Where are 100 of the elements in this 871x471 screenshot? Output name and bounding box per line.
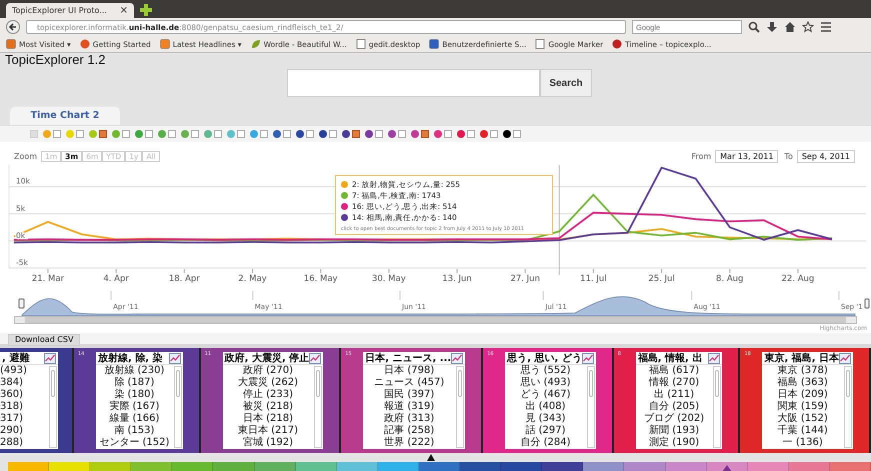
list-scrollbar[interactable] <box>844 366 852 448</box>
search-field[interactable] <box>287 69 540 97</box>
list-scrollbar[interactable] <box>586 366 595 448</box>
color-segment[interactable] <box>666 462 707 471</box>
color-segment[interactable] <box>830 462 871 471</box>
word-entry[interactable]: 線量 (166) <box>96 413 173 425</box>
word-entry[interactable]: 思う (552) <box>505 365 586 377</box>
color-segment[interactable] <box>8 462 50 471</box>
color-segment[interactable] <box>706 462 748 471</box>
right-handle[interactable] <box>864 298 870 308</box>
color-segment[interactable] <box>460 462 502 471</box>
word-entry[interactable]: 国民 (397) <box>363 389 456 401</box>
color-segment[interactable] <box>418 462 460 471</box>
word-entry[interactable]: 日本 (798) <box>363 365 456 377</box>
word-entry[interactable]: 南 (153) <box>96 425 173 437</box>
word-entry[interactable]: 停止 (233) <box>222 389 314 401</box>
word-entry[interactable]: 福島 (617) <box>636 365 712 377</box>
word-entry[interactable]: センター (152) <box>96 437 173 449</box>
browser-tab[interactable]: TopicExplorer UI Proto... × <box>6 3 134 18</box>
download-button[interactable]: Download CSV <box>8 334 80 346</box>
star-icon[interactable] <box>802 21 814 33</box>
word-entry[interactable]: ブログ (202) <box>636 413 712 425</box>
word-entry[interactable]: 実際 (167) <box>96 401 173 413</box>
word-entry[interactable]: 情報 (270) <box>636 377 712 389</box>
word-entry[interactable]: 見 (343) <box>505 413 586 425</box>
word-entry[interactable]: 記事 (258) <box>363 425 456 437</box>
word-entry[interactable]: 報道 (319) <box>363 401 456 413</box>
chart-icon[interactable] <box>44 352 56 364</box>
color-segment[interactable] <box>296 462 337 471</box>
color-segment[interactable] <box>49 462 90 471</box>
word-entry[interactable]: 新聞 (193) <box>636 425 712 437</box>
color-segment[interactable] <box>378 462 419 471</box>
series-checkbox[interactable] <box>352 130 360 138</box>
series-checkbox[interactable] <box>168 130 176 138</box>
series-checkbox[interactable] <box>260 130 268 138</box>
menu-icon[interactable] <box>820 21 832 33</box>
to-date-field[interactable]: Sep 4, 2011 <box>796 150 855 163</box>
word-entry[interactable]: 出 (408) <box>505 401 586 413</box>
navigator-scrollbar[interactable] <box>14 316 857 324</box>
series-checkbox[interactable] <box>283 130 291 138</box>
color-segment[interactable] <box>213 462 255 471</box>
list-scrollbar[interactable] <box>713 366 722 448</box>
word-entry[interactable]: 317) <box>0 413 48 425</box>
color-segment[interactable] <box>501 462 542 471</box>
word-entry[interactable]: 一 (136) <box>762 437 843 449</box>
word-entry[interactable]: 除 (187) <box>96 377 173 389</box>
word-entry[interactable]: 関東 (159) <box>762 401 843 413</box>
back-icon[interactable] <box>6 20 20 34</box>
series-checkbox[interactable] <box>398 130 406 138</box>
word-entry[interactable]: 千葉 (144) <box>762 425 843 437</box>
chart-icon[interactable] <box>309 352 322 364</box>
search-icon[interactable] <box>748 21 760 33</box>
word-entry[interactable]: 360) <box>0 389 48 401</box>
series-checkbox[interactable] <box>145 130 153 138</box>
color-segment[interactable] <box>254 462 296 471</box>
chart-icon[interactable] <box>451 352 464 364</box>
word-entry[interactable]: 290) <box>0 425 48 437</box>
series-checkbox[interactable] <box>444 130 452 138</box>
series-checkbox[interactable] <box>306 130 314 138</box>
color-segment[interactable] <box>583 462 624 471</box>
new-tab-icon[interactable] <box>140 4 152 16</box>
color-segment[interactable] <box>172 462 214 471</box>
color-segment[interactable] <box>90 462 132 471</box>
color-segment[interactable] <box>788 462 830 471</box>
chart-tab[interactable]: Time Chart 2 <box>10 107 120 125</box>
word-entry[interactable]: 384) <box>0 377 48 389</box>
chart-icon[interactable] <box>582 352 594 364</box>
word-entry[interactable]: 染 (180) <box>96 389 173 401</box>
color-segment[interactable] <box>542 462 584 471</box>
series-checkbox[interactable] <box>214 130 222 138</box>
word-entry[interactable]: 318) <box>0 401 48 413</box>
series-checkbox[interactable] <box>99 130 107 138</box>
search-button[interactable]: Search <box>540 69 592 97</box>
list-scrollbar[interactable] <box>314 366 322 448</box>
color-segment[interactable] <box>748 462 789 471</box>
series-checkbox[interactable] <box>329 130 337 138</box>
chart-icon[interactable] <box>708 352 720 364</box>
series-checkbox[interactable] <box>53 130 61 138</box>
left-handle[interactable] <box>18 298 24 308</box>
download-icon[interactable] <box>766 21 778 33</box>
word-entry[interactable]: 日本 (218) <box>222 413 314 425</box>
word-entry[interactable]: 政府 (313) <box>363 413 456 425</box>
word-entry[interactable]: 出 (211) <box>636 389 712 401</box>
word-entry[interactable]: 288) <box>0 437 48 449</box>
word-entry[interactable]: 被災 (218) <box>222 401 314 413</box>
word-entry[interactable]: 自分 (284) <box>505 437 586 449</box>
chart-icon[interactable] <box>168 352 181 364</box>
home-icon[interactable] <box>784 21 796 33</box>
word-entry[interactable]: 測定 (190) <box>636 437 712 449</box>
list-scrollbar[interactable] <box>49 366 57 448</box>
series-checkbox[interactable] <box>191 130 199 138</box>
list-scrollbar[interactable] <box>456 366 464 448</box>
color-segment[interactable] <box>336 462 378 471</box>
series-checkbox[interactable] <box>375 130 383 138</box>
list-scrollbar[interactable] <box>174 366 182 448</box>
word-entry[interactable]: 自分 (205) <box>636 401 712 413</box>
color-segment[interactable] <box>624 462 666 471</box>
close-tab-button[interactable]: × <box>120 5 128 16</box>
word-entry[interactable]: ニュース (457) <box>363 377 456 389</box>
series-checkbox[interactable] <box>76 130 84 138</box>
